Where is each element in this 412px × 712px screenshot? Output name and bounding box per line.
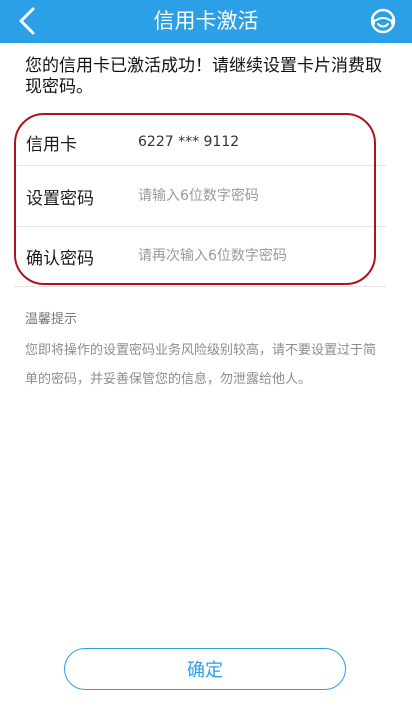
customer-service-icon xyxy=(370,8,396,34)
chevron-left-icon xyxy=(19,7,35,35)
activation-success-message: 您的信用卡已激活成功！请继续设置卡片消费取现密码。 xyxy=(25,56,382,97)
confirm-password-input[interactable] xyxy=(134,240,364,272)
set-password-input[interactable] xyxy=(134,180,364,212)
card-label: 信用卡 xyxy=(26,134,77,155)
confirm-password-row: 确认密码 xyxy=(14,227,412,285)
confirm-password-label: 确认密码 xyxy=(26,248,94,269)
password-form: 信用卡 6227 *** 9112 设置密码 确认密码 xyxy=(14,113,412,289)
tips-body: 您即将操作的设置密码业务风险级别较高，请不要设置过于简单的密码，并妥善保管您的信… xyxy=(25,343,377,387)
row-divider xyxy=(14,165,386,166)
back-button[interactable] xyxy=(10,4,44,38)
card-number-row: 信用卡 6227 *** 9112 xyxy=(14,113,412,171)
row-divider xyxy=(14,286,386,287)
customer-service-button[interactable] xyxy=(368,6,398,36)
confirm-button[interactable]: 确定 xyxy=(64,648,346,690)
page-title: 信用卡激活 xyxy=(153,9,259,33)
set-password-label: 设置密码 xyxy=(26,188,94,209)
top-bar: 信用卡激活 xyxy=(0,0,412,43)
tips-title: 温馨提示 xyxy=(25,312,78,327)
card-number-value: 6227 *** 9112 xyxy=(138,134,240,150)
set-password-row: 设置密码 xyxy=(14,167,412,225)
